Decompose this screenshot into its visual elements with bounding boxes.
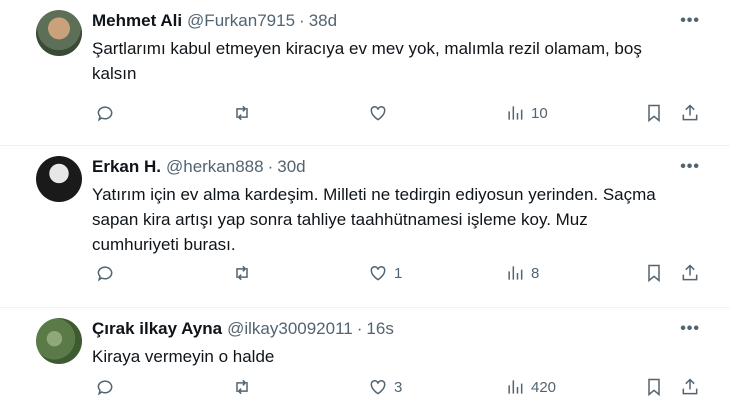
more-options-icon[interactable]: ••• <box>680 320 700 338</box>
bookmark-icon <box>648 264 660 283</box>
author-handle[interactable]: @Furkan7915 <box>187 11 295 31</box>
views-icon <box>508 106 523 120</box>
view-count: 8 <box>531 264 540 282</box>
action-bar: 3 420 <box>0 372 730 402</box>
tweet-text: Kiraya vermeyin o halde <box>92 347 275 366</box>
retweet-icon <box>236 265 248 281</box>
reply-icon <box>97 266 113 282</box>
bookmark-button[interactable] <box>644 103 664 123</box>
like-count: 1 <box>394 264 403 282</box>
views-icon <box>508 266 523 280</box>
author-name[interactable]: Çırak ilkay Ayna <box>92 319 222 339</box>
share-icon <box>682 104 698 121</box>
view-count: 10 <box>531 104 548 122</box>
reply-button[interactable] <box>95 377 115 397</box>
views-button[interactable]: 10 <box>505 103 548 123</box>
author-name[interactable]: Mehmet Ali <box>92 11 182 31</box>
heart-icon <box>370 265 386 281</box>
separator: · <box>356 319 363 338</box>
like-button[interactable]: 3 <box>368 377 402 397</box>
retweet-button[interactable] <box>232 263 252 283</box>
share-button[interactable] <box>680 103 700 123</box>
action-bar: 1 8 <box>0 258 730 288</box>
share-icon <box>682 264 698 281</box>
heart-icon <box>370 379 386 395</box>
timestamp[interactable]: 38d <box>309 11 337 31</box>
author-name[interactable]: Erkan H. <box>92 157 161 177</box>
like-button[interactable] <box>368 103 394 123</box>
bookmark-button[interactable] <box>644 263 664 283</box>
tweet[interactable]: ••• Erkan H. @herkan888 · 30d Yatırım iç… <box>0 146 730 308</box>
share-button[interactable] <box>680 263 700 283</box>
action-bar: 10 <box>0 98 730 128</box>
timestamp[interactable]: 30d <box>277 157 305 177</box>
reply-button[interactable] <box>95 263 115 283</box>
retweet-button[interactable] <box>232 377 252 397</box>
separator: · <box>299 11 305 30</box>
reply-icon <box>97 106 113 122</box>
timestamp[interactable]: 16s <box>366 319 393 339</box>
bookmark-icon <box>648 378 660 397</box>
reply-icon <box>97 380 113 396</box>
share-button[interactable] <box>680 377 700 397</box>
author-handle[interactable]: @ilkay30092011 <box>227 319 353 339</box>
retweet-button[interactable] <box>232 103 252 123</box>
bookmark-button[interactable] <box>644 377 664 397</box>
author-handle[interactable]: @herkan888 <box>166 157 264 177</box>
view-count: 420 <box>531 378 557 396</box>
retweet-icon <box>236 105 248 121</box>
tweet[interactable]: ••• Çırak ilkay Ayna @ilkay30092011 · 16… <box>0 308 730 420</box>
views-button[interactable]: 420 <box>505 377 556 397</box>
reply-button[interactable] <box>95 103 115 123</box>
like-count: 3 <box>394 378 403 396</box>
retweet-icon <box>236 379 248 395</box>
tweet-text: Şartlarımı kabul etmeyen kiracıya ev mev… <box>92 39 642 83</box>
more-options-icon[interactable]: ••• <box>680 158 700 176</box>
heart-icon <box>370 105 386 121</box>
tweet[interactable]: ••• Mehmet Ali @Furkan7915 · 38d Şartlar… <box>0 0 730 146</box>
views-button[interactable]: 8 <box>505 263 539 283</box>
like-button[interactable]: 1 <box>368 263 402 283</box>
tweet-text: Yatırım için ev alma kardeşim. Milleti n… <box>92 185 656 254</box>
avatar[interactable] <box>36 156 82 202</box>
separator: · <box>267 157 274 176</box>
avatar[interactable] <box>36 318 82 364</box>
views-icon <box>508 380 523 394</box>
more-options-icon[interactable]: ••• <box>680 12 700 30</box>
bookmark-icon <box>648 104 660 123</box>
share-icon <box>682 378 698 395</box>
avatar[interactable] <box>36 10 82 56</box>
